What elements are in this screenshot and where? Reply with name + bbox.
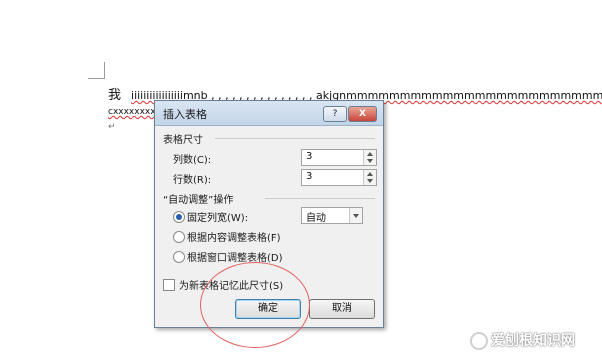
paragraph-mark-icon: ↵	[108, 122, 116, 132]
dialog-titlebar[interactable]: 插入表格 ? X	[155, 101, 383, 126]
dialog-title: 插入表格	[163, 108, 207, 121]
autofit-group-title: “自动调整”操作	[163, 195, 234, 206]
fixed-width-select[interactable]: 自动	[301, 207, 363, 224]
columns-value: 3	[306, 151, 313, 162]
fixed-width-value: 自动	[306, 213, 326, 224]
chevron-down-icon[interactable]	[349, 208, 362, 223]
group-divider	[265, 198, 375, 199]
columns-stepper[interactable]: 3	[301, 149, 377, 166]
help-button[interactable]: ?	[323, 106, 347, 122]
group-divider	[215, 138, 375, 139]
highlight-circle	[200, 262, 310, 348]
document-line-2: cxxxxxxxx	[108, 107, 156, 117]
cancel-button[interactable]: 取消	[309, 299, 375, 319]
close-button[interactable]: X	[348, 106, 377, 122]
fixed-width-label: 固定列宽(W):	[187, 213, 249, 224]
columns-label: 列数(C):	[173, 155, 212, 166]
fit-content-radio[interactable]	[173, 231, 185, 243]
remember-size-checkbox[interactable]	[163, 279, 175, 291]
fit-content-label: 根据内容调整表格(F)	[187, 233, 281, 244]
rows-stepper[interactable]: 3	[301, 169, 377, 186]
fixed-width-radio[interactable]	[173, 211, 185, 223]
watermark-text: 爱刨根知识网	[491, 333, 575, 349]
watermark: 爱刨根知识网	[470, 330, 575, 350]
fit-window-label: 根据窗口调整表格(D)	[187, 253, 283, 264]
table-size-group-title: 表格尺寸	[163, 135, 203, 146]
spin-arrows-icon[interactable]	[363, 170, 376, 185]
spin-arrows-icon[interactable]	[363, 150, 376, 165]
document-char: 我	[108, 88, 122, 103]
watermark-logo-icon	[470, 332, 488, 350]
rows-value: 3	[306, 171, 313, 182]
rows-label: 行数(R):	[173, 175, 212, 186]
margin-corner-mark	[88, 62, 105, 79]
fit-window-radio[interactable]	[173, 251, 185, 263]
